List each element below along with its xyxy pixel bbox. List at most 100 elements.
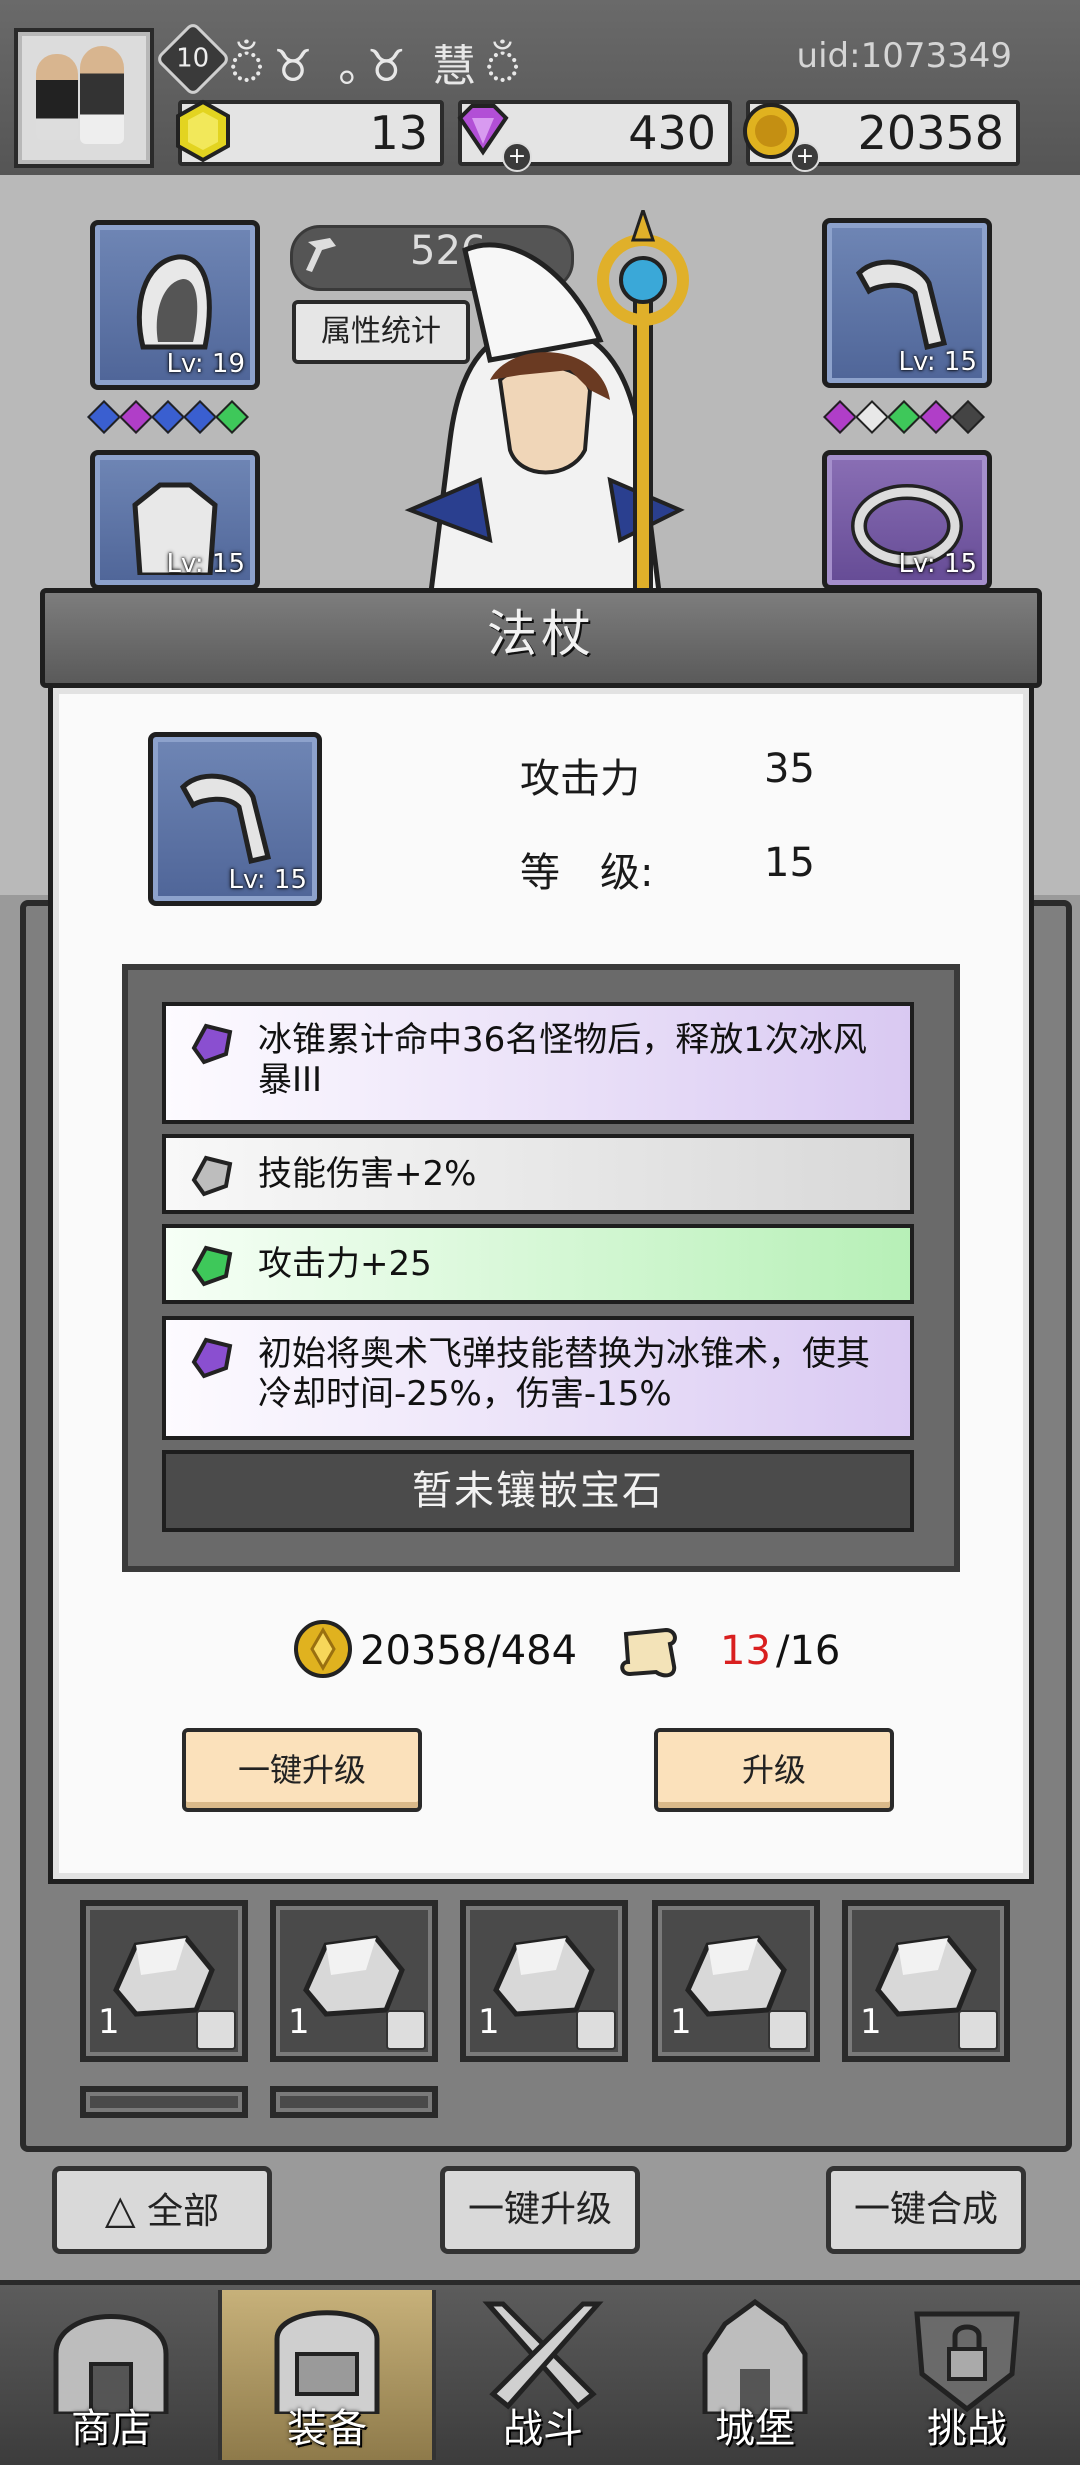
purple-crystal-icon <box>191 1023 233 1065</box>
level-value: 15 <box>764 840 815 886</box>
coin-cost: 20358/484 <box>360 1628 578 1674</box>
attack-label: 攻击力 <box>520 756 640 802</box>
gem-socket-icon <box>855 400 889 434</box>
gem-socket-icon <box>215 400 249 434</box>
inventory-item[interactable] <box>270 2086 438 2118</box>
nav-label: 城堡 <box>715 2406 795 2452</box>
diamond-counter[interactable]: + 430 <box>457 100 732 172</box>
nav-label: 装备 <box>287 2406 367 2452</box>
no-gem-slot[interactable]: 暂未镶嵌宝石 <box>162 1450 914 1532</box>
ore-icon <box>303 1935 405 2017</box>
gem-socket-icon <box>119 400 153 434</box>
yellow-gem-icon <box>176 99 230 163</box>
item-count: 1 <box>288 2002 310 2042</box>
scroll-owned: 13 <box>720 1628 771 1674</box>
hood-icon <box>136 254 212 350</box>
item-count: 1 <box>860 2002 882 2042</box>
inventory-item[interactable]: 1 <box>460 1900 628 2062</box>
slot-level: Lv: 15 <box>898 549 977 579</box>
triangle-up-icon: △ <box>104 2187 136 2233</box>
equip-slot-cloak[interactable]: Lv: 15 <box>90 450 260 590</box>
item-count: 1 <box>478 2002 500 2042</box>
inventory-item[interactable]: 1 <box>80 1900 248 2062</box>
gem-socket-icon <box>951 400 985 434</box>
nav-battle[interactable]: 战斗 <box>438 2290 648 2460</box>
equip-slot-staff[interactable]: Lv: 15 <box>822 218 992 388</box>
green-crystal-icon <box>191 1245 233 1287</box>
inventory-item[interactable]: 1 <box>270 1900 438 2062</box>
gem-socket-icon <box>823 400 857 434</box>
auto-merge-button[interactable]: 一键合成 <box>826 2166 1026 2254</box>
equip-slot-ring[interactable]: Lv: 15 <box>822 450 992 590</box>
add-gold-icon[interactable]: + <box>790 142 820 172</box>
gem-socket-icon <box>919 400 953 434</box>
gold-coin-icon <box>294 1620 352 1678</box>
auto-upgrade-all-button[interactable]: 一键升级 <box>440 2166 640 2254</box>
item-type-icon <box>196 2010 236 2050</box>
gray-crystal-icon <box>191 1155 233 1197</box>
player-name: ঁ♉ ｡♉ 慧ঁ <box>226 41 530 92</box>
yellow-gem-counter[interactable]: 13 <box>176 99 444 166</box>
scroll-required: /16 <box>776 1628 841 1674</box>
nav-equip[interactable]: 装备 <box>218 2290 436 2460</box>
slot-level: Lv: 15 <box>898 347 977 377</box>
player-level: 10 <box>176 44 210 74</box>
nav-label: 战斗 <box>503 2406 583 2452</box>
equip-slot-hood[interactable]: Lv: 19 <box>90 220 260 390</box>
staff-gem-row <box>823 400 985 434</box>
gem-socket-icon <box>887 400 921 434</box>
add-diamond-icon[interactable]: + <box>502 142 532 172</box>
yellow-gem-value: 13 <box>369 106 428 160</box>
inventory-item[interactable] <box>80 2086 248 2118</box>
hero-mage-illustration <box>404 210 689 600</box>
modal-title: 法杖 <box>487 605 595 663</box>
filter-all-button[interactable]: △ 全部 <box>52 2166 272 2254</box>
effect-text: 技能伤害+2% <box>258 1154 477 1194</box>
ore-icon <box>113 1935 215 2017</box>
item-count: 1 <box>670 2002 692 2042</box>
effect-text: 攻击力+25 <box>258 1244 432 1284</box>
scroll-icon <box>620 1627 677 1678</box>
staff-icon <box>855 259 948 351</box>
nav-shop[interactable]: 商店 <box>6 2290 216 2460</box>
effect-text: 初始将奥术飞弹技能替换为冰锥术，使其冷却时间-25%，伤害-15% <box>258 1334 870 1414</box>
gem-socket-icon <box>151 400 185 434</box>
attack-value: 35 <box>764 746 815 792</box>
effect-row: 冰锥累计命中36名怪物后，释放1次冰风暴III <box>162 1002 914 1124</box>
hood-gem-row <box>87 400 249 434</box>
item-type-icon <box>576 2010 616 2050</box>
purple-crystal-icon <box>191 1337 233 1379</box>
gem-socket-icon <box>87 400 121 434</box>
slot-level: Lv: 19 <box>166 349 245 379</box>
gold-value: 20358 <box>857 106 1004 160</box>
ore-icon <box>685 1935 787 2017</box>
diamond-value: 430 <box>628 106 716 160</box>
effect-row: 初始将奥术飞弹技能替换为冰锥术，使其冷却时间-25%，伤害-15% <box>162 1316 914 1440</box>
staff-icon <box>179 773 272 865</box>
item-count: 1 <box>98 2002 120 2042</box>
ore-icon <box>493 1935 595 2017</box>
effect-row: 攻击力+25 <box>162 1224 914 1304</box>
gem-socket-icon <box>183 400 217 434</box>
gold-counter[interactable]: + 20358 <box>743 100 1020 172</box>
item-type-icon <box>386 2010 426 2050</box>
ore-icon <box>875 1935 977 2017</box>
hammer-icon <box>306 238 336 272</box>
effect-text: 冰锥累计命中36名怪物后，释放1次冰风暴III <box>258 1020 867 1100</box>
filter-all-label: 全部 <box>147 2191 220 2232</box>
item-icon-frame: Lv: 15 <box>148 732 322 906</box>
avatar[interactable] <box>14 28 154 168</box>
nav-challenge[interactable]: 挑战 <box>862 2290 1072 2460</box>
upgrade-button[interactable]: 升级 <box>654 1728 894 1812</box>
nav-castle[interactable]: 城堡 <box>650 2290 860 2460</box>
item-type-icon <box>768 2010 808 2050</box>
auto-upgrade-button[interactable]: 一键升级 <box>182 1728 422 1812</box>
inventory-item[interactable]: 1 <box>652 1900 820 2062</box>
nav-label: 挑战 <box>927 2406 1007 2452</box>
level-label: 等 级: <box>520 850 654 896</box>
slot-level: Lv: 15 <box>166 549 245 579</box>
item-type-icon <box>958 2010 998 2050</box>
inventory-item[interactable]: 1 <box>842 1900 1010 2062</box>
item-level-badge: Lv: 15 <box>228 865 307 895</box>
effect-row: 技能伤害+2% <box>162 1134 914 1214</box>
